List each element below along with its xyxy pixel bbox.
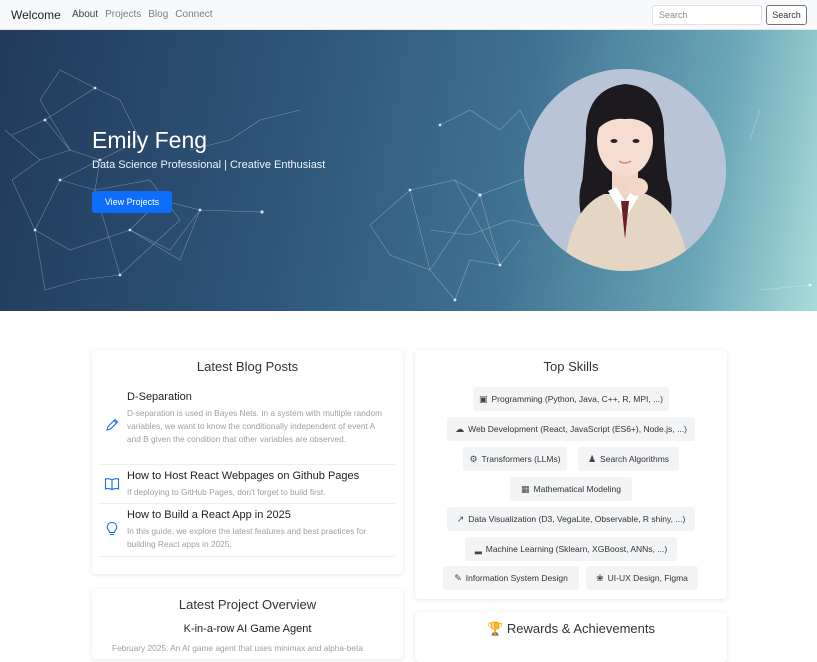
blog-post-item[interactable]: How to Host React Webpages on Github Pag… bbox=[98, 467, 395, 504]
skill-label: Search Algorithms bbox=[600, 454, 670, 464]
pencil-icon: ✎ bbox=[454, 572, 462, 583]
search-button[interactable]: Search bbox=[766, 5, 807, 25]
blog-post-description: D-separation is used in Bayes Nets. In a… bbox=[127, 408, 383, 444]
skill-chip: ↗ Data Visualization (D3, VegaLite, Obse… bbox=[447, 507, 695, 531]
hero-name: Emily Feng bbox=[92, 127, 208, 153]
terminal-icon: ▣ bbox=[479, 393, 488, 404]
blog-post-title[interactable]: How to Host React Webpages on Github Pag… bbox=[127, 470, 359, 482]
skill-chip: ☁ Web Development (React, JavaScript (ES… bbox=[447, 417, 695, 441]
diagram-icon: ♟ bbox=[587, 453, 597, 464]
project-card-title: Latest Project Overview bbox=[178, 597, 317, 612]
skill-label: Web Development (React, JavaScript (ES6+… bbox=[468, 424, 687, 434]
project-description: February 2025: An AI game agent that use… bbox=[112, 643, 363, 653]
skill-chip: ⚙ Transformers (LLMs) bbox=[463, 447, 567, 471]
lightbulb-icon bbox=[106, 521, 118, 536]
view-projects-button[interactable]: View Projects bbox=[92, 191, 172, 213]
nav-projects[interactable]: Projects bbox=[105, 9, 141, 20]
bar-chart-icon: ▂ bbox=[474, 543, 482, 554]
skill-chip: ♟ Search Algorithms bbox=[578, 447, 679, 471]
pencil-icon bbox=[106, 418, 119, 431]
blog-post-item[interactable]: How to Build a React App in 2025 In this… bbox=[98, 506, 395, 557]
skill-chip: ▦ Mathematical Modeling bbox=[510, 477, 632, 501]
nav-links: About Projects Blog Connect bbox=[72, 9, 213, 20]
blog-post-title[interactable]: D-Separation bbox=[127, 391, 192, 403]
brand-link[interactable]: Welcome bbox=[11, 8, 61, 22]
skill-label: Mathematical Modeling bbox=[533, 484, 621, 494]
blog-post-description: If deploying to GitHub Pages, don't forg… bbox=[127, 487, 326, 497]
hero-subtitle: Data Science Professional | Creative Ent… bbox=[92, 159, 326, 171]
skill-chip: ❀ UI-UX Design, Figma bbox=[586, 566, 698, 590]
skill-chip: ✎ Information System Design bbox=[443, 566, 579, 590]
skill-label: Data Visualization (D3, VegaLite, Observ… bbox=[468, 514, 686, 524]
rewards-card-title: 🏆 Rewards & Achievements bbox=[415, 621, 727, 637]
project-name[interactable]: K-in-a-row AI Game Agent bbox=[92, 623, 403, 635]
skill-label: Information System Design bbox=[465, 573, 568, 583]
top-skills-card: Top Skills ▣ Programming (Python, Java, … bbox=[415, 350, 727, 599]
skill-label: Programming (Python, Java, C++, R, MPI, … bbox=[491, 394, 663, 404]
latest-blog-posts-card: Latest Blog Posts D-Separation D-separat… bbox=[92, 350, 403, 574]
book-icon bbox=[104, 478, 120, 491]
chip-icon: ⚙ bbox=[469, 453, 478, 464]
skill-label: UI-UX Design, Figma bbox=[607, 573, 688, 583]
search-input[interactable] bbox=[652, 5, 762, 25]
skills-card-title: Top Skills bbox=[543, 359, 599, 374]
rewards-card: 🏆 Rewards & Achievements bbox=[415, 612, 727, 662]
palette-icon: ❀ bbox=[596, 572, 604, 583]
latest-project-card: Latest Project Overview K-in-a-row AI Ga… bbox=[92, 589, 403, 659]
blog-card-title: Latest Blog Posts bbox=[196, 359, 299, 374]
nav-connect[interactable]: Connect bbox=[175, 9, 212, 20]
skill-chip: ▂ Machine Learning (Sklearn, XGBoost, AN… bbox=[465, 537, 677, 561]
skill-label: Transformers (LLMs) bbox=[481, 454, 561, 464]
hero-banner: Emily Feng Data Science Professional | C… bbox=[0, 30, 817, 311]
line-chart-icon: ↗ bbox=[456, 513, 465, 524]
blog-post-item[interactable]: D-Separation D-separation is used in Bay… bbox=[98, 390, 395, 465]
calculator-icon: ▦ bbox=[521, 483, 530, 494]
rewards-title-text: Rewards & Achievements bbox=[506, 621, 655, 636]
nav-about[interactable]: About bbox=[72, 9, 98, 20]
cloud-icon: ☁ bbox=[455, 423, 465, 434]
profile-photo bbox=[524, 69, 726, 271]
blog-post-title[interactable]: How to Build a React App in 2025 bbox=[127, 509, 291, 521]
navbar: Welcome About Projects Blog Connect Sear… bbox=[0, 0, 817, 30]
trophy-icon: 🏆 bbox=[487, 621, 504, 636]
nav-blog[interactable]: Blog bbox=[148, 9, 168, 20]
skill-label: Machine Learning (Sklearn, XGBoost, ANNs… bbox=[485, 544, 668, 554]
blog-post-description: In this guide, we explore the latest fea… bbox=[127, 526, 367, 549]
skill-chip: ▣ Programming (Python, Java, C++, R, MPI… bbox=[473, 387, 669, 411]
